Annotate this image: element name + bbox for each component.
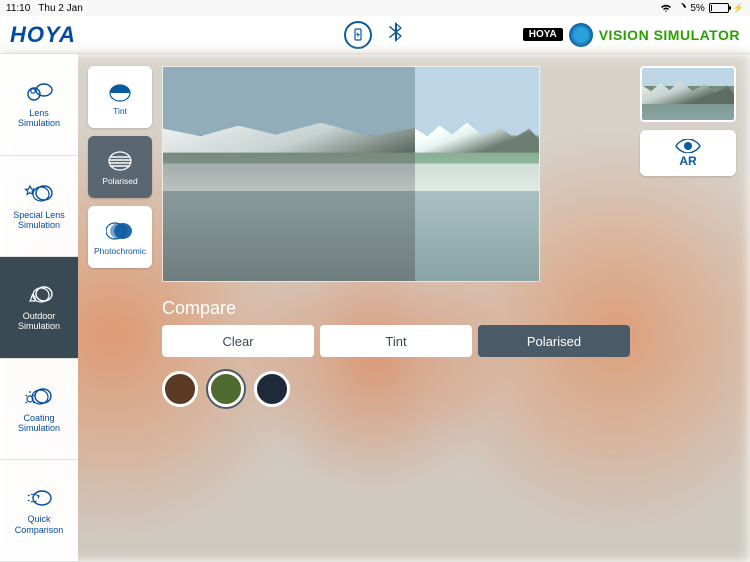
brand-pill: HOYA — [523, 28, 563, 41]
compare-tint-button[interactable]: Tint — [320, 325, 472, 357]
preview-clear-region — [415, 67, 539, 281]
quick-compare-icon — [24, 486, 54, 510]
photochromic-icon — [106, 219, 134, 243]
simulation-preview[interactable] — [162, 66, 540, 282]
sidebar-item-label: QuickComparison — [15, 514, 64, 535]
lens-option-polarised[interactable]: Polarised — [88, 136, 152, 198]
tint-icon — [106, 79, 134, 103]
status-date: Thu 2 Jan — [38, 3, 82, 14]
battery-icon — [709, 3, 729, 13]
status-time: 11:10 — [6, 3, 30, 14]
sidebar-item-special-lens[interactable]: Special LensSimulation — [0, 156, 78, 258]
sidebar: LensSimulation Special LensSimulation Ou… — [0, 54, 78, 562]
sidebar-item-label: LensSimulation — [18, 108, 60, 129]
sidebar-item-lens-simulation[interactable]: LensSimulation — [0, 54, 78, 156]
ar-label: AR — [679, 154, 696, 168]
device-status-icon[interactable] — [344, 21, 372, 49]
scene-thumbnail[interactable] — [640, 66, 736, 122]
hoya-logo: HOYA — [10, 22, 76, 48]
eye-logo-icon — [569, 23, 593, 47]
color-swatch-row — [162, 371, 630, 407]
battery-percent: 5% — [690, 3, 704, 14]
ar-button[interactable]: AR — [640, 130, 736, 176]
compare-heading: Compare — [162, 298, 630, 319]
charging-icon: ⚡ — [733, 3, 744, 14]
lens-options-column: Tint Polarised Photochromic — [88, 66, 152, 550]
lens-option-label: Tint — [113, 106, 127, 116]
compare-polarised-button[interactable]: Polarised — [478, 325, 630, 357]
color-swatch-navy[interactable] — [254, 371, 290, 407]
wifi-icon — [660, 3, 672, 13]
coating-icon — [24, 385, 54, 409]
compare-button-row: Clear Tint Polarised — [162, 325, 630, 357]
sidebar-item-coating[interactable]: CoatingSimulation — [0, 359, 78, 461]
sidebar-item-label: Special LensSimulation — [13, 210, 65, 231]
app-title: VISION SIMULATOR — [599, 27, 740, 43]
app-header: HOYA HOYA VISION SIMULATOR — [0, 16, 750, 54]
sidebar-item-label: OutdoorSimulation — [18, 311, 60, 332]
compare-clear-button[interactable]: Clear — [162, 325, 314, 357]
color-swatch-green[interactable] — [208, 371, 244, 407]
sidebar-item-quick-comparison[interactable]: QuickComparison — [0, 460, 78, 562]
outdoor-icon — [24, 283, 54, 307]
color-swatch-brown[interactable] — [162, 371, 198, 407]
bluetooth-icon[interactable] — [386, 20, 406, 50]
do-not-disturb-icon — [676, 3, 686, 13]
lens-sim-icon — [24, 80, 54, 104]
sidebar-item-label: CoatingSimulation — [18, 413, 60, 434]
ios-status-bar: 11:10 Thu 2 Jan 5% ⚡ — [0, 0, 750, 16]
sidebar-item-outdoor[interactable]: OutdoorSimulation — [0, 257, 78, 359]
eye-icon — [675, 139, 701, 153]
lens-option-label: Polarised — [102, 176, 137, 186]
lens-option-photochromic[interactable]: Photochromic — [88, 206, 152, 268]
lens-option-tint[interactable]: Tint — [88, 66, 152, 128]
polarised-icon — [106, 149, 134, 173]
special-lens-icon — [24, 182, 54, 206]
lens-option-label: Photochromic — [94, 246, 146, 256]
